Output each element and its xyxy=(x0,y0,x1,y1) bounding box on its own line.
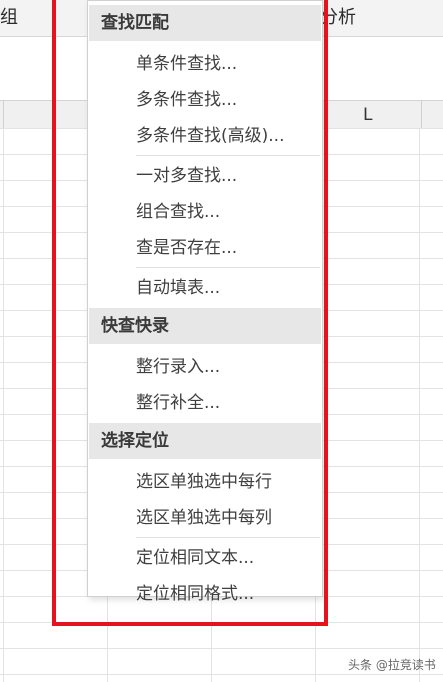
column-separator[interactable] xyxy=(3,101,4,129)
column-header-l[interactable]: L xyxy=(363,105,372,125)
highlight-box xyxy=(52,0,328,626)
ribbon-tab-fragment-left[interactable]: 组 xyxy=(0,8,18,28)
watermark: 头条 @拉竞读书 xyxy=(348,658,436,672)
column-separator[interactable] xyxy=(421,101,422,129)
spreadsheet-screen: 组 分析 L 查找匹配 单条件查找... 多条件查找... 多条件查找(高级)... 一… xyxy=(0,0,443,682)
